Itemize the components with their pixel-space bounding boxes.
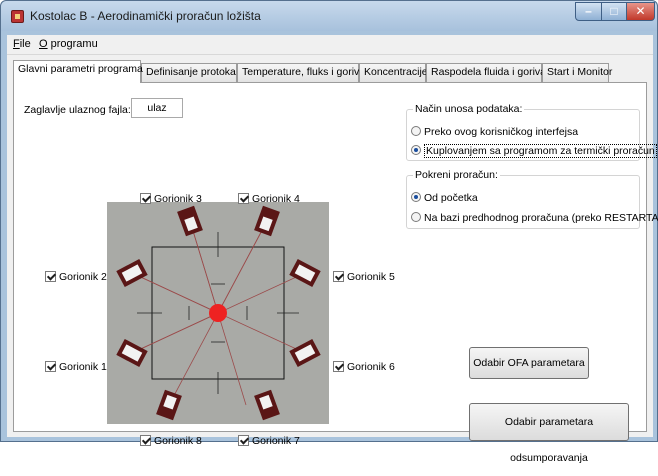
checkbox-burner-1[interactable]: Gorionik 1: [45, 361, 107, 373]
radio-from-start[interactable]: Od početka: [411, 192, 478, 204]
radio-button[interactable]: [411, 126, 421, 136]
radio-label: Kuplovanjem sa programom za termički pro…: [424, 144, 657, 158]
tab-panel-main: Zaglavlje ulaznog fajla: ulaz Način unos…: [13, 82, 658, 464]
tab-label: Definisanje protoka: [146, 66, 236, 78]
radio-label: Preko ovog korisničkog interfejsa: [424, 126, 579, 138]
checkbox[interactable]: [333, 271, 344, 282]
radio-entry-coupling[interactable]: Kuplovanjem sa programom za termički pro…: [411, 144, 657, 158]
checkbox[interactable]: [238, 435, 249, 446]
menu-about-accel: O: [39, 38, 48, 50]
tab-fluid-distribution[interactable]: Raspodela fluida i goriva: [426, 63, 546, 82]
checkbox-label: Gorionik 6: [347, 361, 395, 373]
furnace-diagram: [107, 202, 329, 424]
desulfurization-parameters-button[interactable]: Odabir parametara odsumporavanja: [469, 403, 629, 464]
checkbox-label: Gorionik 2: [59, 271, 107, 283]
close-icon: ✕: [635, 4, 646, 18]
minimize-icon: –: [585, 4, 592, 18]
maximize-icon: □: [610, 4, 618, 18]
tab-temperatures[interactable]: Temperature, fluks i gorivo: [237, 63, 365, 82]
tab-label: Glavni parametri programa: [18, 63, 143, 75]
radio-entry-interface[interactable]: Preko ovog korisničkog interfejsa: [411, 126, 578, 138]
tab-label: Start i Monitor: [547, 66, 613, 78]
checkbox[interactable]: [140, 435, 151, 446]
tab-flow-definition[interactable]: Definisanje protoka: [141, 63, 237, 82]
radio-label: Od početka: [424, 192, 478, 204]
menu-file-label: ile: [19, 38, 31, 50]
checkbox-label: Gorionik 1: [59, 361, 107, 373]
close-button[interactable]: ✕: [626, 2, 655, 21]
checkbox[interactable]: [238, 193, 249, 204]
entry-mode-title: Način unosa podataka:: [413, 103, 525, 115]
input-file-field[interactable]: ulaz: [131, 98, 183, 118]
app-window: Kostolac B - Aerodinamički proračun loži…: [0, 0, 658, 464]
title-bar[interactable]: Kostolac B - Aerodinamički proračun loži…: [1, 1, 657, 31]
checkbox-burner-4[interactable]: Gorionik 4: [238, 193, 300, 205]
tab-label: Koncentracije: [364, 66, 428, 78]
checkbox-label: Gorionik 4: [252, 193, 300, 205]
checkbox-label: Gorionik 8: [154, 435, 202, 447]
checkbox-label: Gorionik 5: [347, 271, 395, 283]
checkbox-burner-5[interactable]: Gorionik 5: [333, 271, 395, 283]
checkbox-burner-2[interactable]: Gorionik 2: [45, 271, 107, 283]
tab-bar: Glavni parametri programa Definisanje pr…: [13, 60, 647, 83]
app-icon: [11, 10, 24, 23]
maximize-button[interactable]: □: [601, 2, 627, 21]
checkbox-burner-8[interactable]: Gorionik 8: [140, 435, 202, 447]
menu-bar: File O programu: [7, 35, 653, 55]
ofa-parameters-button[interactable]: Odabir OFA parametara: [469, 347, 589, 379]
tab-start-monitor[interactable]: Start i Monitor: [542, 63, 613, 82]
start-calc-group: Pokreni proračun: Od početka Na bazi pre…: [406, 169, 658, 229]
radio-button[interactable]: [411, 212, 421, 222]
flame-center: [209, 304, 227, 322]
menu-file[interactable]: File: [13, 38, 31, 50]
start-calc-title: Pokreni proračun:: [413, 169, 500, 181]
radio-label: Na bazi predhodnog proračuna (preko REST…: [424, 212, 658, 224]
tab-main-parameters[interactable]: Glavni parametri programa: [13, 60, 143, 83]
radio-button[interactable]: [411, 192, 421, 202]
checkbox-burner-6[interactable]: Gorionik 6: [333, 361, 395, 373]
menu-about[interactable]: O programu: [39, 38, 98, 50]
entry-mode-group: Način unosa podataka: Preko ovog korisni…: [406, 103, 657, 161]
radio-button[interactable]: [411, 145, 421, 155]
tab-label: Raspodela fluida i goriva: [431, 66, 546, 78]
checkbox[interactable]: [333, 361, 344, 372]
menu-file-accel: F: [13, 38, 20, 50]
checkbox[interactable]: [140, 193, 151, 204]
checkbox[interactable]: [45, 361, 56, 372]
minimize-button[interactable]: –: [575, 2, 602, 21]
checkbox-burner-7[interactable]: Gorionik 7: [238, 435, 300, 447]
checkbox-label: Gorionik 3: [154, 193, 202, 205]
tab-concentrations[interactable]: Koncentracije: [359, 63, 428, 82]
radio-from-restart[interactable]: Na bazi predhodnog proračuna (preko REST…: [411, 212, 658, 224]
window-title: Kostolac B - Aerodinamički proračun loži…: [30, 9, 261, 23]
menu-about-label: programu: [47, 38, 98, 50]
checkbox[interactable]: [45, 271, 56, 282]
input-file-label: Zaglavlje ulaznog fajla:: [24, 104, 131, 116]
checkbox-label: Gorionik 7: [252, 435, 300, 447]
client-area: File O programu Glavni parametri program…: [7, 35, 658, 464]
checkbox-burner-3[interactable]: Gorionik 3: [140, 193, 202, 205]
tab-label: Temperature, fluks i gorivo: [242, 66, 366, 78]
